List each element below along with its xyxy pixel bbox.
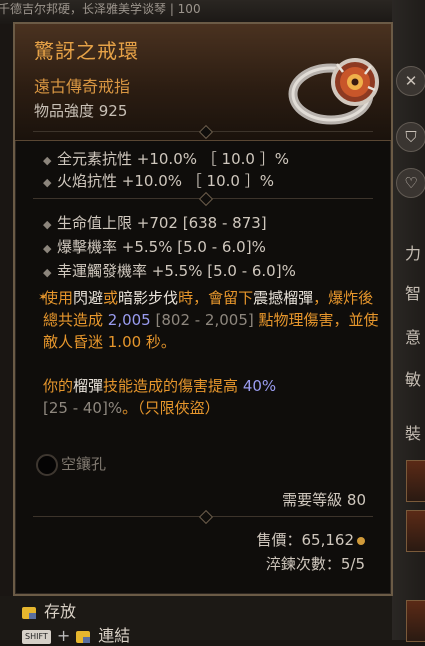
- equipment-slot[interactable]: [406, 600, 425, 642]
- equipment-slot[interactable]: [406, 510, 425, 552]
- heart-icon[interactable]: ♡: [396, 168, 425, 198]
- implicit-stat: ◆ 全元素抗性 +10.0% ［ 10.0 ］%: [43, 150, 289, 168]
- bullet-icon: ◆: [43, 218, 52, 231]
- aspect-description: 使用閃避或暗影步伐時，會留下震撼榴彈，爆炸後總共造成 2,005 [802 - …: [43, 289, 379, 351]
- section-divider: [33, 124, 373, 140]
- aspect-bonus: 你的榴彈技能造成的傷害提高 40% [25 - 40]%。（只限俠盜）: [43, 377, 277, 417]
- mouse-click-icon: [76, 630, 91, 643]
- stat-label-strength: 力: [405, 244, 422, 263]
- section-divider: [33, 191, 373, 207]
- affix-stat: ◆ 爆擊機率 +5.5% [5.0 - 6.0]%: [43, 238, 266, 256]
- action-bar: 存放 SHIFT + 連結: [0, 596, 392, 645]
- bullet-icon: ◆: [43, 266, 52, 279]
- bullet-icon: ◆: [43, 176, 52, 189]
- implicit-stat: ◆ 火焰抗性 +10.0% ［ 10.0 ］%: [43, 172, 274, 190]
- legendary-aspect: 使用閃避或暗影步伐時，會留下震撼榴彈，爆炸後總共造成 2,005 [802 - …: [43, 287, 379, 419]
- stat-label-willpower: 意: [405, 328, 422, 347]
- item-tooltip: 驚訝之戒環 遠古傳奇戒指 物品強度 925 ◆ 全元素抗性 +10.0% ［ 10…: [13, 22, 393, 596]
- stat-label-dexterity: 敏: [405, 370, 422, 389]
- gold-coin-icon: [357, 536, 365, 545]
- tooltip-header: 驚訝之戒環 遠古傳奇戒指 物品強度 925: [15, 24, 391, 141]
- socket-label: 空鑲孔: [61, 455, 107, 473]
- shift-key-icon: SHIFT: [22, 629, 51, 644]
- item-power: 物品強度 925: [34, 102, 128, 120]
- required-level: 需要等級 80: [282, 491, 366, 509]
- affix-stat: ◆ 幸運觸發機率 +5.5% [5.0 - 6.0]%: [43, 262, 296, 280]
- ring-icon: [288, 58, 379, 125]
- link-action[interactable]: SHIFT + 連結: [22, 622, 130, 646]
- stat-label-intelligence: 智: [405, 284, 422, 303]
- equipment-section-label: 裝: [405, 424, 422, 443]
- bullet-icon: ◆: [43, 154, 52, 167]
- section-divider: [33, 509, 373, 525]
- mouse-click-icon: [22, 606, 36, 619]
- shield-icon[interactable]: ⛉: [396, 122, 425, 152]
- equipment-slot[interactable]: [406, 460, 425, 502]
- affix-stat: ◆ 生命值上限 +702 [638 - 873]: [43, 214, 267, 232]
- empty-socket-icon: [36, 454, 58, 476]
- sell-price: 售價：65,162: [257, 529, 365, 550]
- close-icon[interactable]: ✕: [396, 66, 425, 96]
- item-name: 驚訝之戒環: [34, 39, 139, 63]
- temper-count: 淬鍊次數：5/5: [265, 555, 365, 573]
- bullet-icon: ◆: [43, 242, 52, 255]
- background-title-text: 千德吉尔邦硬，长泽雅美学谈琴 | 100: [0, 2, 201, 16]
- stash-action[interactable]: 存放: [22, 598, 76, 622]
- item-type: 遠古傳奇戒指: [34, 77, 131, 96]
